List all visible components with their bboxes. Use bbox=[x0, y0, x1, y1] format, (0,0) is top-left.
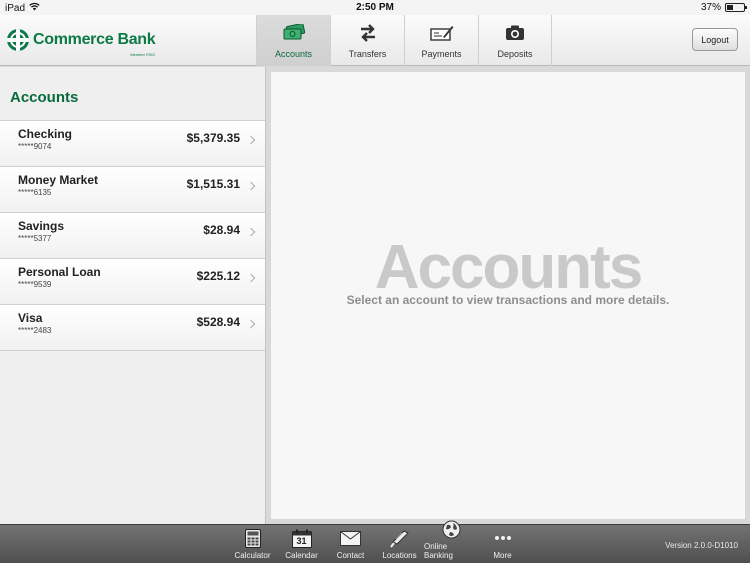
tab-accounts-label: Accounts bbox=[274, 49, 313, 59]
check-pen-icon bbox=[429, 23, 454, 43]
calendar-label: Calendar bbox=[285, 551, 318, 560]
chevron-right-icon bbox=[246, 181, 256, 191]
account-name: Personal Loan bbox=[18, 265, 101, 279]
online-banking-label: Online Banking bbox=[424, 542, 453, 560]
status-bar: iPad 2:50 PM 37% bbox=[0, 0, 750, 15]
version-text: Version 2.0.0-D1010 bbox=[665, 541, 738, 550]
account-number: *****2483 bbox=[18, 326, 52, 335]
tab-transfers-label: Transfers bbox=[348, 49, 387, 59]
tab-payments-label: Payments bbox=[421, 49, 462, 59]
bottom-toolbar-items: Calculator 31 Calendar Contact Locations bbox=[228, 520, 527, 563]
account-number: *****9074 bbox=[18, 142, 52, 151]
account-name: Visa bbox=[18, 311, 43, 325]
envelope-icon bbox=[340, 528, 362, 548]
accounts-list: Checking *****9074 $5,379.35 Money Marke… bbox=[0, 120, 265, 351]
calculator-icon bbox=[242, 528, 264, 548]
account-row-personal-loan[interactable]: Personal Loan *****9539 $225.12 bbox=[0, 259, 265, 305]
account-row-visa[interactable]: Visa *****2483 $528.94 bbox=[0, 305, 265, 351]
top-bar: Commerce Bank Member FDIC Accounts Trans… bbox=[0, 15, 750, 66]
accounts-panel-title: Accounts bbox=[10, 89, 79, 106]
account-row-savings[interactable]: Savings *****5377 $28.94 bbox=[0, 213, 265, 259]
bottom-toolbar: Calculator 31 Calendar Contact Locations bbox=[0, 520, 750, 563]
globe-icon bbox=[440, 520, 462, 539]
brand-name: Commerce Bank bbox=[33, 31, 156, 48]
chevron-right-icon bbox=[246, 227, 256, 237]
cash-icon bbox=[282, 23, 306, 43]
status-time: 2:50 PM bbox=[356, 2, 394, 13]
account-name: Money Market bbox=[18, 173, 99, 187]
chevron-right-icon bbox=[246, 319, 256, 329]
tab-deposits[interactable]: Deposits bbox=[478, 15, 552, 66]
more-dots-icon bbox=[492, 528, 514, 548]
account-number: *****6135 bbox=[18, 188, 52, 197]
account-balance: $5,379.35 bbox=[186, 131, 240, 145]
detail-panel: Accounts Select an account to view trans… bbox=[270, 71, 746, 520]
calculator-label: Calculator bbox=[234, 551, 271, 560]
account-name: Checking bbox=[18, 127, 73, 141]
signpost-icon bbox=[389, 528, 411, 548]
contact-button[interactable]: Contact bbox=[326, 525, 375, 563]
chevron-right-icon bbox=[246, 135, 256, 145]
account-row-money-market[interactable]: Money Market *****6135 $1,515.31 bbox=[0, 167, 265, 213]
account-number: *****9539 bbox=[18, 280, 52, 289]
account-balance: $528.94 bbox=[196, 315, 240, 329]
locations-label: Locations bbox=[382, 551, 417, 560]
globe-logo-icon bbox=[7, 29, 29, 51]
tab-transfers[interactable]: Transfers bbox=[330, 15, 404, 66]
contact-label: Contact bbox=[336, 551, 365, 560]
more-button[interactable]: More bbox=[478, 525, 527, 563]
main-tabs: Accounts Transfers Payments Deposits bbox=[256, 15, 552, 66]
account-balance: $28.94 bbox=[203, 223, 240, 237]
member-fdic-text: Member FDIC bbox=[130, 52, 156, 57]
detail-placeholder-subtitle: Select an account to view transactions a… bbox=[346, 293, 670, 307]
accounts-panel: Accounts Checking *****9074 $5,379.35 Mo… bbox=[0, 67, 266, 524]
calculator-button[interactable]: Calculator bbox=[228, 525, 277, 563]
account-row-checking[interactable]: Checking *****9074 $5,379.35 bbox=[0, 121, 265, 167]
camera-icon bbox=[503, 23, 527, 43]
account-number: *****5377 bbox=[18, 234, 52, 243]
tab-payments[interactable]: Payments bbox=[404, 15, 478, 66]
battery-icon bbox=[725, 3, 747, 12]
transfer-arrows-icon bbox=[356, 23, 380, 43]
tab-deposits-label: Deposits bbox=[497, 49, 533, 59]
logout-button[interactable]: Logout bbox=[692, 28, 738, 51]
battery-percent: 37% bbox=[700, 2, 721, 13]
account-name: Savings bbox=[18, 219, 65, 233]
locations-button[interactable]: Locations bbox=[375, 525, 424, 563]
account-balance: $1,515.31 bbox=[186, 177, 240, 191]
tab-accounts[interactable]: Accounts bbox=[256, 15, 330, 66]
status-right: 37% bbox=[700, 2, 747, 13]
online-banking-button[interactable]: Online Banking bbox=[424, 520, 478, 563]
calendar-button[interactable]: 31 Calendar bbox=[277, 525, 326, 563]
commerce-bank-logo: Commerce Bank Member FDIC bbox=[7, 29, 156, 57]
more-label: More bbox=[493, 551, 512, 560]
calendar-icon: 31 bbox=[291, 528, 313, 548]
chevron-right-icon bbox=[246, 273, 256, 283]
account-balance: $225.12 bbox=[196, 269, 240, 283]
calendar-icon-day: 31 bbox=[296, 536, 307, 546]
